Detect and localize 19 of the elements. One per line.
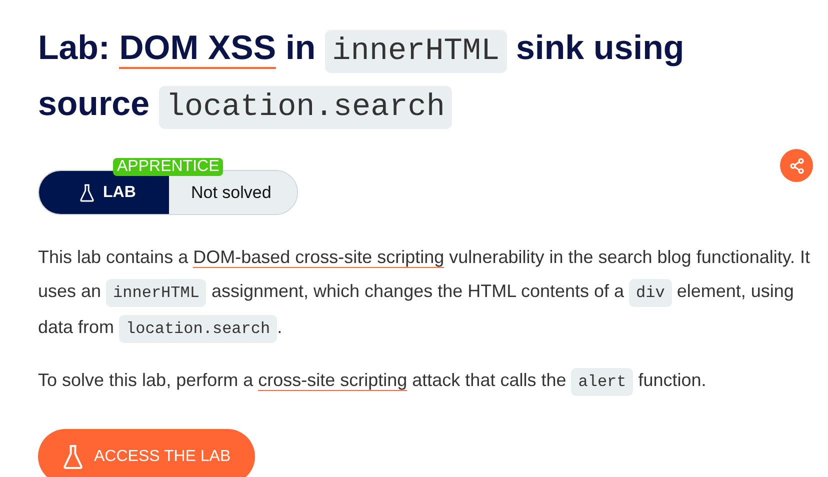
- link[interactable]: DOM XSS: [119, 29, 276, 69]
- inline-code: innerHTML: [106, 279, 206, 307]
- inline-code: location.search: [158, 86, 452, 129]
- link[interactable]: cross-site scripting: [258, 370, 408, 391]
- share-button[interactable]: [780, 149, 813, 182]
- description-paragraph: To solve this lab, perform a cross-site scripting attack that calls the alert function.: [38, 363, 813, 399]
- link[interactable]: DOM-based cross-site scripting: [193, 247, 444, 268]
- share-icon: [788, 156, 806, 174]
- inline-code: innerHTML: [325, 30, 507, 73]
- flask-icon: [62, 442, 84, 470]
- page-title: Lab: DOM XSS in innerHTML sink using source location.search: [38, 22, 758, 134]
- level-badge: APPRENTICE: [113, 158, 224, 176]
- inline-code: alert: [571, 368, 634, 396]
- flask-icon: [79, 182, 95, 202]
- inline-code: div: [629, 279, 672, 307]
- status-label: Not solved: [169, 171, 297, 214]
- description-paragraph: This lab contains a DOM-based cross-site scripting vulnerability in the search blog functionality. It uses an innerHTML assignment, which changes the HTML contents of a div element, using data from location.search .: [38, 240, 813, 346]
- inline-code: location.search: [119, 315, 278, 343]
- lab-label: LAB: [103, 184, 136, 202]
